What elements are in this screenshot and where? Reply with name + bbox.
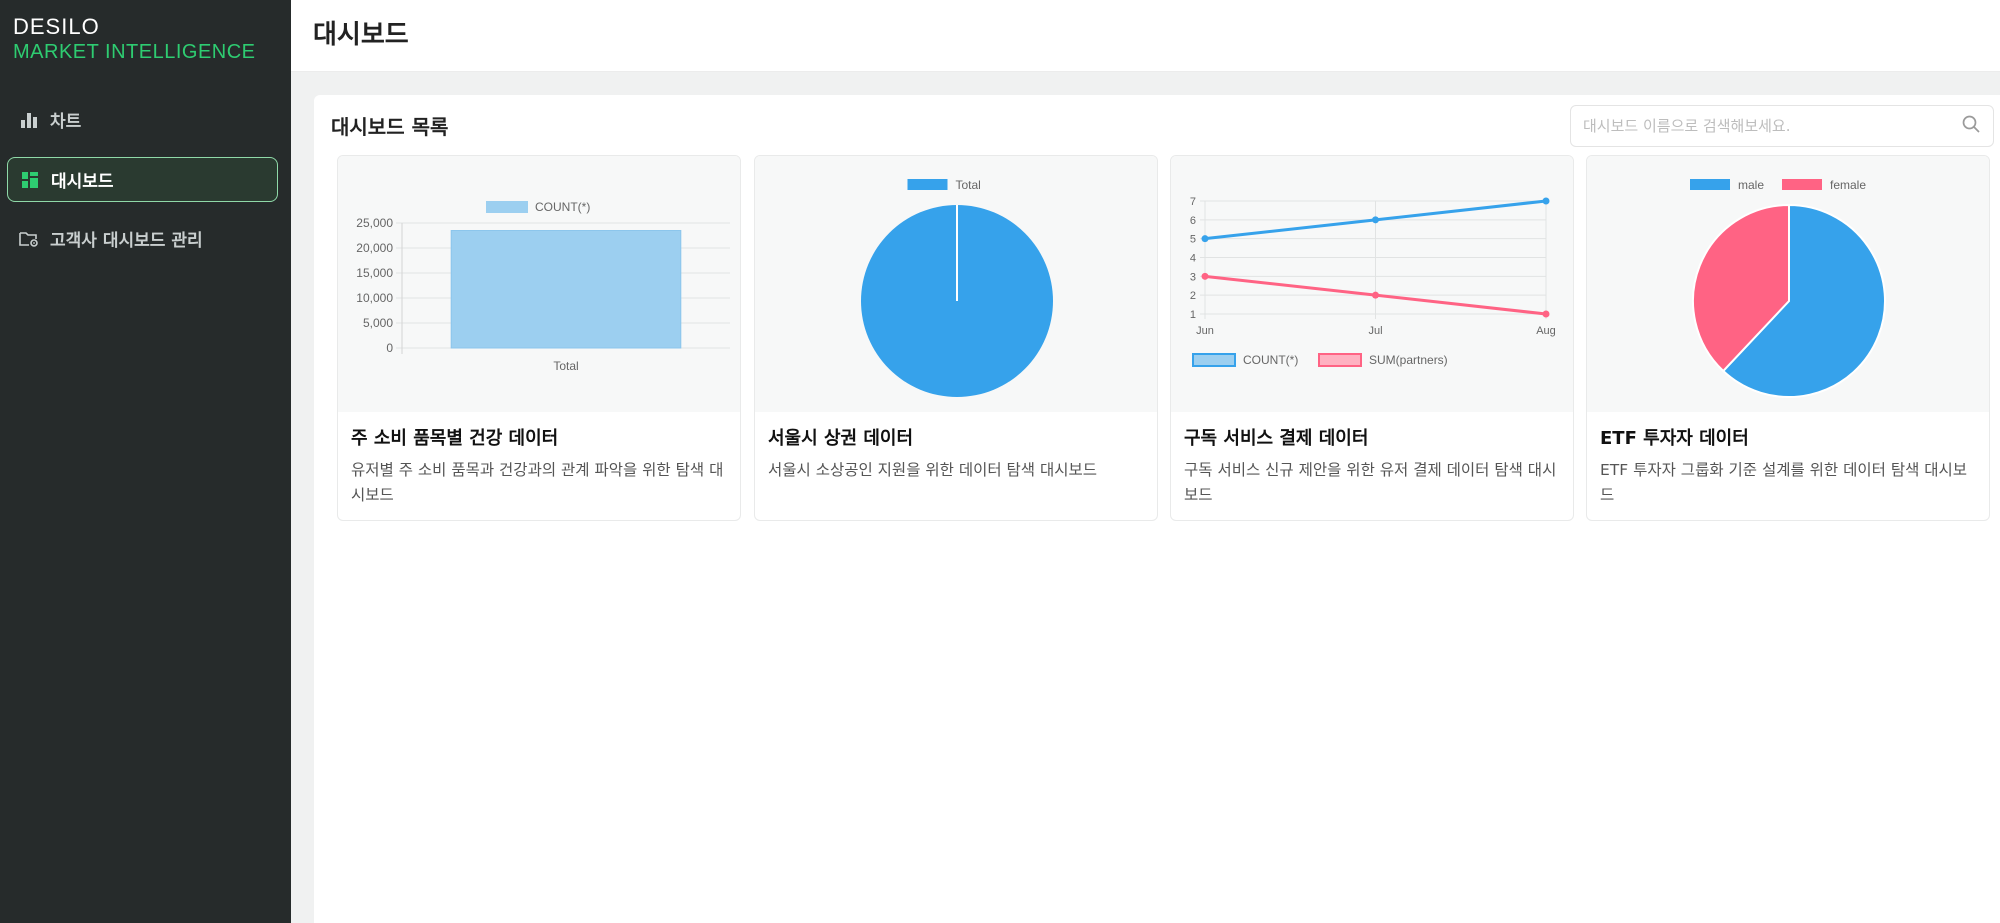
legend-label: COUNT(*) — [1243, 353, 1298, 367]
search-icon[interactable] — [1961, 114, 1981, 138]
sidebar-item-client-dashboard[interactable]: 고객사 대시보드 관리 — [7, 216, 278, 261]
search-box — [1570, 105, 1994, 147]
legend-swatch — [1192, 353, 1236, 367]
card-chart-preview: 7 6 5 4 3 2 1 Jun Jul Aug COUNT(*) SUM(partners) — [1171, 156, 1573, 412]
card-title: 주 소비 품목별 건강 데이터 — [351, 428, 559, 449]
data-point — [1372, 291, 1379, 299]
legend-label: male — [1738, 178, 1764, 192]
card-chart-preview: 25,000 20,000 15,000 10,000 5,000 0 Total COUNT… — [338, 156, 740, 412]
data-point — [1201, 235, 1209, 243]
data-point — [1542, 197, 1550, 205]
page-title: 대시보드 — [313, 20, 409, 50]
y-tick-label: 5 — [1190, 234, 1196, 246]
sidebar-item-dashboard[interactable]: 대시보드 — [7, 157, 278, 202]
legend-label: SUM(partners) — [1369, 353, 1448, 367]
panel-title: 대시보드 목록 — [331, 115, 449, 139]
legend-swatch — [486, 201, 528, 213]
card-chart-preview: Total — [755, 156, 1157, 412]
card-description: 구독 서비스 신규 제안을 위한 유저 결제 데이터 탐색 대시보드 — [1184, 461, 1557, 504]
dashboard-card[interactable]: male female ETF 투자자 데이터 ETF 투자자 그룹화 기준 설계… — [1586, 155, 1990, 521]
legend-swatch — [1690, 179, 1730, 190]
bar-chart: 25,000 20,000 15,000 10,000 5,000 0 Total COUNT… — [356, 200, 730, 373]
card-description: ETF 투자자 그룹화 기준 설계를 위한 데이터 탐색 대시보드 — [1600, 461, 1968, 504]
y-tick-label: 7 — [1190, 196, 1196, 208]
y-tick-label: 4 — [1190, 253, 1196, 265]
legend-label: female — [1830, 178, 1866, 192]
search-input[interactable] — [1583, 117, 1961, 135]
dashboard-card[interactable]: Total 서울시 상권 데이터 서울시 소상공인 지원을 위한 데이터 탐색 … — [754, 155, 1158, 521]
x-tick-label: Total — [553, 359, 578, 373]
pie-chart: Total — [861, 178, 1053, 397]
y-tick-label: 3 — [1190, 271, 1196, 283]
legend-swatch — [1782, 179, 1822, 190]
legend-swatch — [1318, 353, 1362, 367]
card-chart-preview: male female — [1587, 156, 1989, 412]
y-tick-label: 6 — [1190, 215, 1196, 227]
card-description: 유저별 주 소비 품목과 건강과의 관계 파악을 위한 탐색 대시보드 — [351, 461, 724, 504]
y-tick-label: 15,000 — [356, 266, 393, 280]
dashboard-card[interactable]: 25,000 20,000 15,000 10,000 5,000 0 Total COUNT… — [337, 155, 741, 521]
legend-swatch — [907, 179, 948, 190]
y-tick-label: 25,000 — [356, 216, 393, 230]
y-tick-label: 1 — [1190, 309, 1196, 321]
card-title: 구독 서비스 결제 데이터 — [1184, 428, 1369, 449]
sidebar-item-label: 대시보드 — [51, 172, 114, 192]
data-point — [1372, 216, 1379, 224]
dashboard-list-panel: 대시보드 목록 25,000 20,000 15,000 10,000 5,000 0 To… — [314, 95, 2000, 923]
card-description: 서울시 소상공인 지원을 위한 데이터 탐색 대시보드 — [768, 461, 1098, 479]
dashboard-card[interactable]: 7 6 5 4 3 2 1 Jun Jul Aug COUNT(*) SUM(partners) 구독… — [1170, 155, 1574, 521]
y-tick-label: 20,000 — [356, 241, 393, 255]
y-tick-label: 5,000 — [363, 316, 393, 330]
y-tick-label: 2 — [1190, 290, 1196, 302]
pie-chart: male female — [1690, 178, 1886, 398]
sidebar-item-chart[interactable]: 차트 — [7, 97, 278, 142]
x-tick-label: Jul — [1368, 325, 1382, 337]
legend-label: Total — [956, 178, 981, 192]
brand-subtitle: MARKET INTELLIGENCE — [13, 41, 256, 63]
page-header: 대시보드 — [291, 0, 2000, 72]
y-tick-label: 0 — [386, 341, 393, 355]
brand-logo[interactable]: DESILO MARKET INTELLIGENCE — [13, 14, 256, 64]
bar — [450, 230, 682, 349]
sidebar-item-label: 차트 — [50, 112, 82, 132]
legend-label: COUNT(*) — [535, 200, 590, 214]
card-title: ETF 투자자 데이터 — [1600, 428, 1749, 449]
y-tick-label: 10,000 — [356, 291, 393, 305]
data-point — [1201, 272, 1209, 280]
folder-settings-icon — [19, 229, 39, 249]
data-point — [1542, 310, 1550, 318]
card-title: 서울시 상권 데이터 — [768, 428, 914, 449]
sidebar-item-label: 고객사 대시보드 관리 — [50, 231, 203, 251]
sidebar: DESILO MARKET INTELLIGENCE 차트 대시보드 고객사 대… — [0, 0, 291, 923]
dashboard-grid-icon — [20, 170, 40, 190]
bar-chart-icon — [19, 110, 39, 130]
line-chart: 7 6 5 4 3 2 1Jun Jul Aug COUNT(*) SUM(partners) — [1190, 196, 1556, 367]
brand-name: DESILO — [13, 14, 100, 39]
x-tick-label: Aug — [1536, 325, 1556, 337]
x-tick-label: Jun — [1196, 325, 1214, 337]
